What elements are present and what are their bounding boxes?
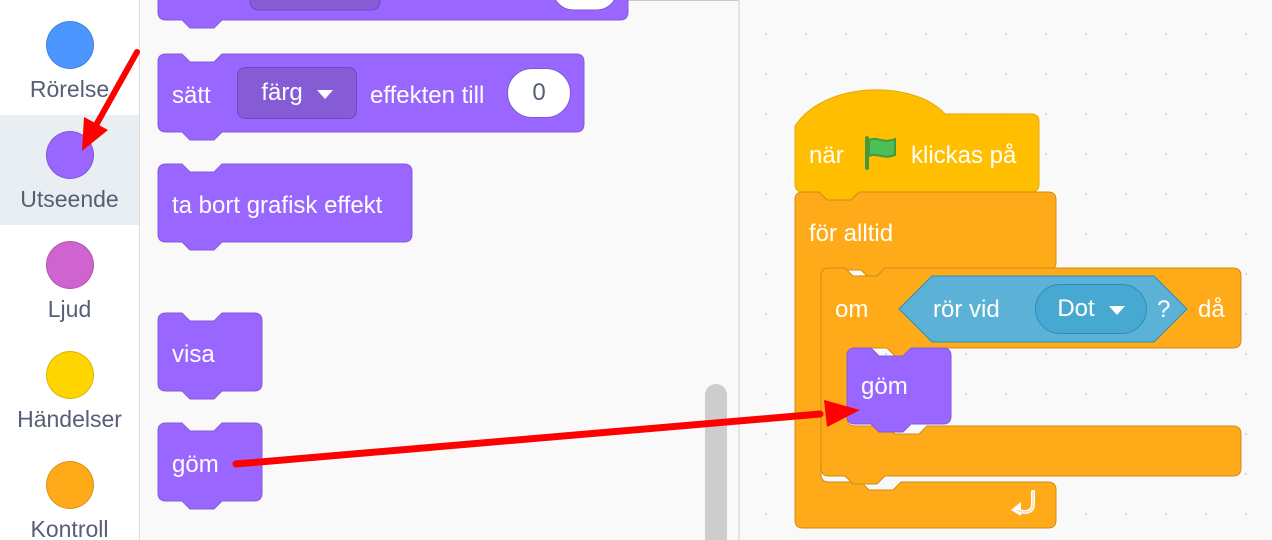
block-text: då xyxy=(1198,296,1225,323)
category-control[interactable]: Kontroll xyxy=(0,445,139,540)
sound-category-icon xyxy=(45,241,94,289)
block-text: ? xyxy=(1157,296,1171,323)
category-label: Utseende xyxy=(20,186,119,212)
category-events[interactable]: Händelser xyxy=(0,335,139,445)
block-text: göm xyxy=(172,451,219,478)
block-text: göm xyxy=(861,373,908,400)
looks-category-icon xyxy=(45,131,94,179)
effect-dropdown[interactable]: färg xyxy=(237,67,357,119)
category-label: Kontroll xyxy=(30,516,109,540)
category-motion[interactable]: Rörelse xyxy=(0,5,139,115)
category-menu: Rörelse Utseende Ljud Händelser Kontroll xyxy=(0,0,140,540)
clear-effects-block[interactable]: ta bort grafisk effekt xyxy=(157,163,413,251)
set-effect-block[interactable]: sätt färg effekten till 0 xyxy=(157,53,585,141)
block-text: sätt xyxy=(172,82,211,109)
category-label: Händelser xyxy=(17,406,122,432)
palette-scrollbar[interactable] xyxy=(705,384,727,540)
script-workspace[interactable]: när klickas på för alltid om rör vid Dot… xyxy=(740,0,1272,540)
show-block[interactable]: visa xyxy=(157,312,263,400)
block-text: för alltid xyxy=(809,220,894,247)
block-text: visa xyxy=(172,341,215,368)
category-sound[interactable]: Ljud xyxy=(0,225,139,335)
block-text: klickas på xyxy=(911,142,1017,169)
partial-looks-block[interactable] xyxy=(157,0,629,29)
dropdown-value: Dot xyxy=(1057,295,1095,322)
block-text: rör vid xyxy=(933,296,1000,323)
motion-category-icon xyxy=(45,21,94,69)
if-then-block[interactable]: om rör vid Dot ? då göm xyxy=(820,267,1242,485)
control-category-icon xyxy=(45,461,94,509)
category-label: Ljud xyxy=(47,296,92,322)
touching-target-dropdown[interactable]: Dot xyxy=(1035,284,1147,334)
block-text: när xyxy=(809,142,844,169)
chevron-down-icon xyxy=(316,89,333,99)
category-label: Rörelse xyxy=(29,76,110,102)
block-text: om xyxy=(835,296,869,323)
category-looks[interactable]: Utseende xyxy=(0,115,139,225)
block-text: effekten till xyxy=(370,82,485,109)
block-text: ta bort grafisk effekt xyxy=(172,192,383,219)
events-category-icon xyxy=(45,351,94,399)
effect-value-input[interactable]: 0 xyxy=(507,68,571,118)
chevron-down-icon xyxy=(1108,305,1125,315)
repeat-arrow-icon xyxy=(1009,488,1043,518)
dropdown-value: färg xyxy=(261,79,303,106)
when-flag-clicked-block[interactable]: när klickas på xyxy=(794,86,1040,201)
hide-block-in-script[interactable]: göm xyxy=(846,347,952,433)
block-palette: sätt färg effekten till 0 ta bort grafis… xyxy=(141,0,738,540)
green-flag-icon xyxy=(861,136,901,170)
touching-sensing-block[interactable]: rör vid Dot ? xyxy=(898,275,1188,343)
hide-block[interactable]: göm xyxy=(157,422,263,510)
